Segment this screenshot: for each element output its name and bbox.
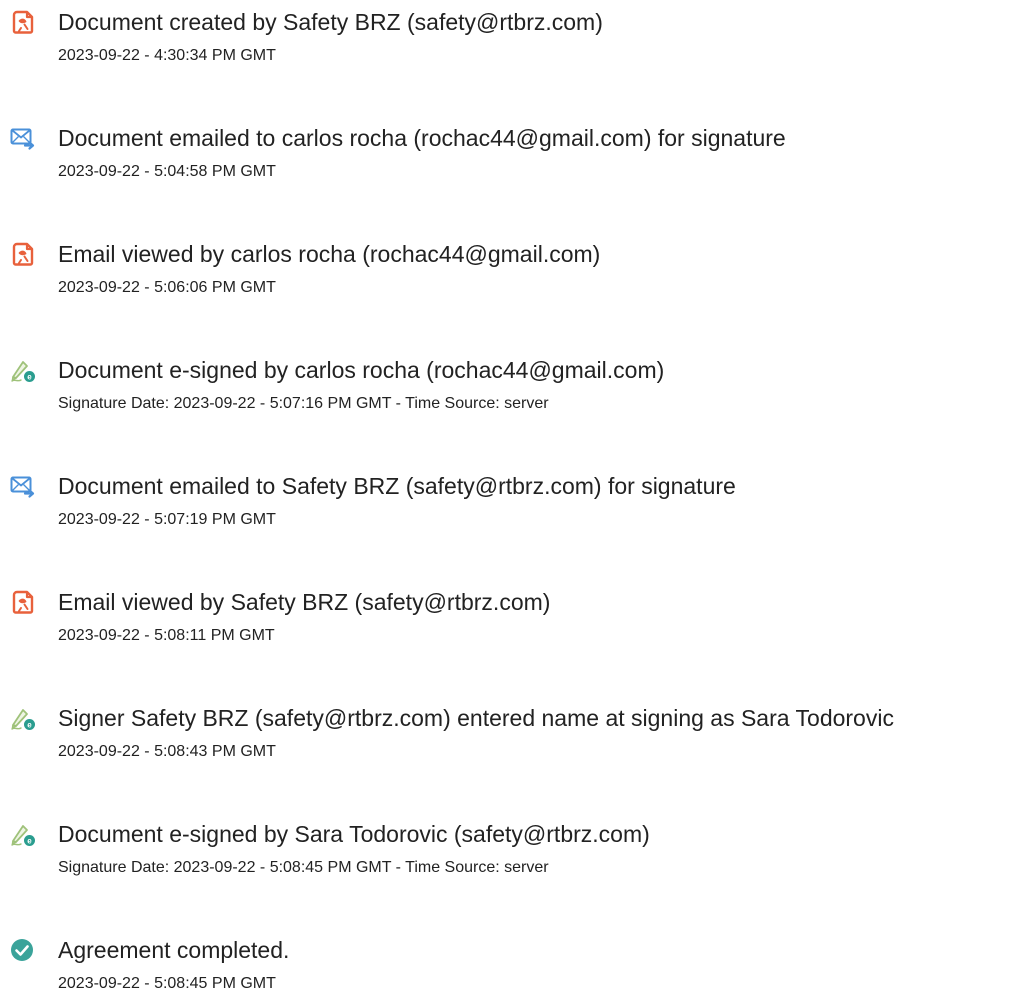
audit-event: Document emailed to carlos rocha (rochac… — [0, 116, 1032, 196]
audit-event: Email viewed by carlos rocha (rochac44@g… — [0, 232, 1032, 312]
email-sent-icon — [10, 125, 36, 151]
event-title: Document e-signed by carlos rocha (rocha… — [58, 357, 665, 383]
e-signed-icon: e — [10, 821, 36, 847]
document-created-icon — [10, 9, 36, 35]
audit-event: e Document e-signed by carlos rocha (roc… — [0, 348, 1032, 428]
audit-event: Document emailed to Safety BRZ (safety@r… — [0, 464, 1032, 544]
svg-text:e: e — [27, 721, 32, 730]
event-timestamp: Signature Date: 2023-09-22 - 5:08:45 PM … — [58, 859, 549, 876]
event-title: Document created by Safety BRZ (safety@r… — [58, 9, 603, 35]
svg-text:e: e — [27, 837, 32, 846]
audit-event: e Signer Safety BRZ (safety@rtbrz.com) e… — [0, 696, 1032, 776]
event-timestamp: 2023-09-22 - 4:30:34 PM GMT — [58, 47, 276, 64]
audit-event: Document created by Safety BRZ (safety@r… — [0, 0, 1032, 80]
svg-text:e: e — [27, 373, 32, 382]
event-title: Agreement completed. — [58, 937, 290, 963]
event-timestamp: 2023-09-22 - 5:08:11 PM GMT — [58, 627, 275, 644]
event-title: Email viewed by carlos rocha (rochac44@g… — [58, 241, 601, 267]
agreement-completed-icon — [10, 937, 36, 963]
audit-event-list: Document created by Safety BRZ (safety@r… — [0, 0, 1032, 994]
document-viewed-icon — [10, 241, 36, 267]
event-timestamp: Signature Date: 2023-09-22 - 5:07:16 PM … — [58, 395, 549, 412]
event-title: Email viewed by Safety BRZ (safety@rtbrz… — [58, 589, 551, 615]
event-title: Signer Safety BRZ (safety@rtbrz.com) ent… — [58, 705, 894, 731]
e-signed-icon: e — [10, 357, 36, 383]
event-title: Document emailed to Safety BRZ (safety@r… — [58, 473, 736, 499]
audit-event: e Document e-signed by Sara Todorovic (s… — [0, 812, 1032, 892]
email-sent-icon — [10, 473, 36, 499]
event-timestamp: 2023-09-22 - 5:08:43 PM GMT — [58, 743, 276, 760]
audit-event: Agreement completed. 2023-09-22 - 5:08:4… — [0, 928, 1032, 1008]
event-title: Document e-signed by Sara Todorovic (saf… — [58, 821, 650, 847]
e-signed-icon: e — [10, 705, 36, 731]
event-timestamp: 2023-09-22 - 5:06:06 PM GMT — [58, 279, 276, 296]
event-timestamp: 2023-09-22 - 5:07:19 PM GMT — [58, 511, 276, 528]
document-viewed-icon — [10, 589, 36, 615]
event-timestamp: 2023-09-22 - 5:08:45 PM GMT — [58, 975, 276, 992]
audit-event: Email viewed by Safety BRZ (safety@rtbrz… — [0, 580, 1032, 660]
event-title: Document emailed to carlos rocha (rochac… — [58, 125, 786, 151]
event-timestamp: 2023-09-22 - 5:04:58 PM GMT — [58, 163, 276, 180]
